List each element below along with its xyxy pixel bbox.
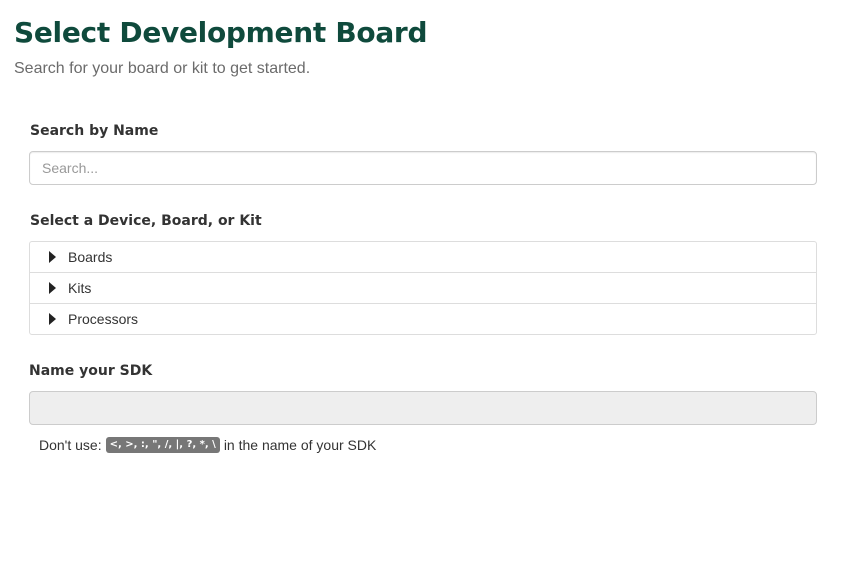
caret-right-icon[interactable] bbox=[49, 313, 56, 325]
select-board-page: Select Development Board Search for your… bbox=[0, 0, 842, 567]
search-input[interactable] bbox=[29, 151, 817, 185]
caret-right-icon[interactable] bbox=[49, 282, 56, 294]
caret-right-icon[interactable] bbox=[49, 251, 56, 263]
help-suffix: in the name of your SDK bbox=[223, 437, 377, 453]
tree-item-kits[interactable]: Kits bbox=[30, 272, 816, 303]
tree-item-label: Kits bbox=[68, 280, 92, 296]
device-tree: Boards Kits Processors bbox=[29, 241, 817, 335]
sdk-name-help: Don't use: <, >, :, ", /, |, ?, *, \ in … bbox=[39, 436, 376, 454]
tree-item-label: Boards bbox=[68, 249, 113, 265]
sdk-name-label: Name your SDK bbox=[29, 363, 153, 379]
forbidden-chars-badge: <, >, :, ", /, |, ?, *, \ bbox=[105, 437, 220, 453]
tree-item-processors[interactable]: Processors bbox=[30, 303, 816, 334]
page-subtitle: Search for your board or kit to get star… bbox=[14, 60, 311, 77]
device-selector-label: Select a Device, Board, or Kit bbox=[30, 213, 262, 229]
sdk-name-input[interactable] bbox=[29, 391, 817, 425]
search-label: Search by Name bbox=[30, 123, 159, 139]
tree-item-boards[interactable]: Boards bbox=[30, 242, 816, 272]
page-title: Select Development Board bbox=[14, 16, 428, 49]
tree-item-label: Processors bbox=[68, 311, 139, 327]
help-prefix: Don't use: bbox=[39, 437, 102, 453]
